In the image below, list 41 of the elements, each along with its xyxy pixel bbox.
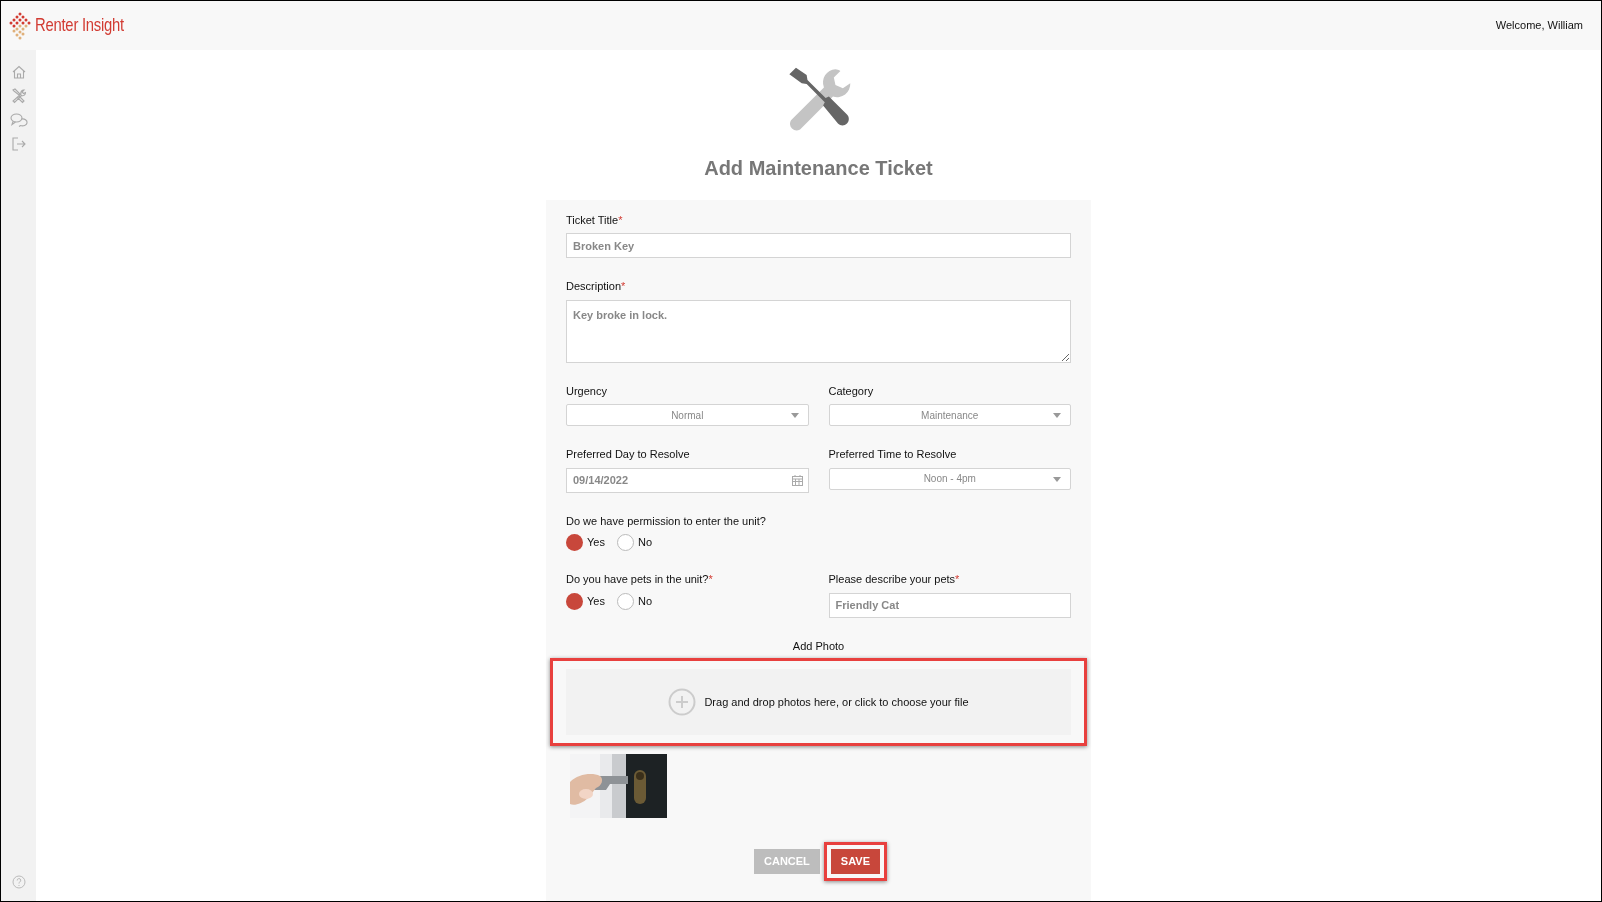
tools-icon[interactable] bbox=[10, 88, 27, 104]
dropdown[interactable]: Noon - 4pm bbox=[828, 467, 1071, 490]
radio-button[interactable] bbox=[616, 534, 634, 551]
text-field[interactable]: Friendly Cat bbox=[828, 592, 1071, 618]
option-label: Yes bbox=[587, 593, 605, 609]
field-label: Do you have pets in the unit?* bbox=[566, 572, 713, 587]
help-icon[interactable] bbox=[11, 875, 26, 889]
dropdown[interactable]: Normal bbox=[566, 404, 809, 426]
caret-icon bbox=[1053, 413, 1061, 418]
field-label: Category bbox=[828, 383, 874, 399]
radio-button[interactable] bbox=[616, 592, 634, 610]
logo-icon bbox=[9, 11, 31, 40]
text-field[interactable]: Broken Key bbox=[566, 233, 1071, 258]
page-title: Add Maintenance Ticket bbox=[704, 155, 933, 180]
chat-icon[interactable] bbox=[9, 112, 28, 128]
date-field[interactable]: 09/14/2022 bbox=[566, 467, 809, 493]
brand-name[interactable]: Renter Insight bbox=[35, 11, 124, 40]
field-label: Preferred Day to Resolve bbox=[566, 447, 690, 462]
calendar-icon bbox=[791, 474, 803, 486]
radio-button[interactable] bbox=[566, 592, 583, 610]
field-label: Preferred Time to Resolve bbox=[828, 447, 957, 462]
field-label: Urgency bbox=[566, 383, 607, 399]
add-icon bbox=[668, 688, 697, 716]
text-area[interactable]: Key broke in lock. bbox=[566, 299, 1071, 363]
field-label: Description* bbox=[566, 279, 626, 294]
option-label: Yes bbox=[587, 535, 605, 551]
photo-label: Add Photo bbox=[792, 639, 845, 652]
caret-icon bbox=[1053, 476, 1061, 482]
radio-button[interactable] bbox=[566, 534, 583, 551]
logout-icon[interactable] bbox=[10, 136, 27, 152]
option-label: No bbox=[637, 535, 652, 551]
field-label: Ticket Title* bbox=[566, 212, 623, 228]
home-icon[interactable] bbox=[10, 64, 27, 80]
field-label: Do we have permission to enter the unit? bbox=[566, 513, 766, 529]
photo-dropzone[interactable]: Drag and drop photos here, or click to choose your file bbox=[566, 669, 1071, 735]
save-button[interactable]: SAVE bbox=[830, 849, 880, 874]
dropdown[interactable]: Maintenance bbox=[828, 404, 1071, 426]
caret-icon bbox=[790, 413, 799, 418]
field-label: Please describe your pets* bbox=[828, 572, 960, 587]
welcome-text: Welcome, William bbox=[1495, 18, 1583, 34]
option-label: No bbox=[637, 593, 652, 609]
